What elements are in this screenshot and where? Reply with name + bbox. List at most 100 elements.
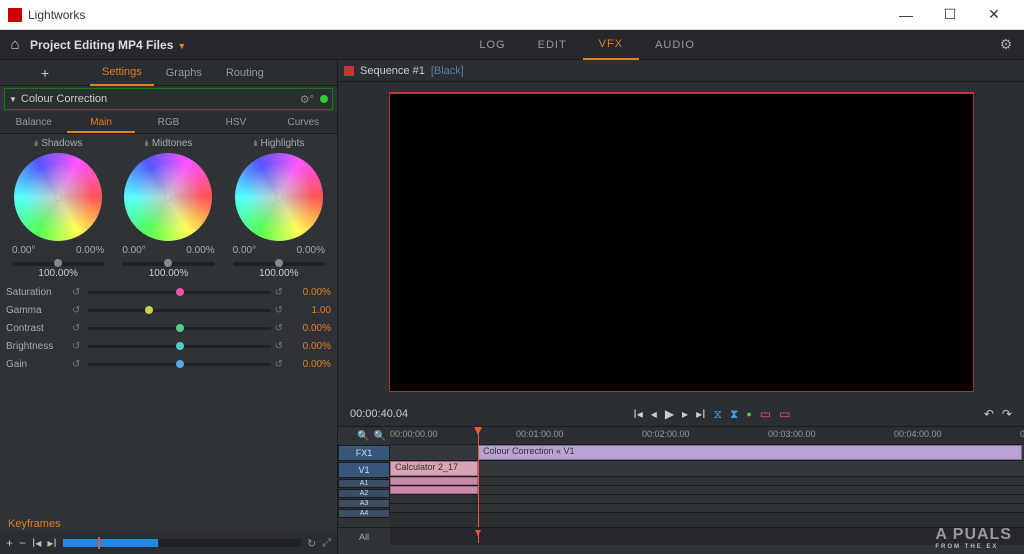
reset-icon[interactable]: ↺: [275, 287, 283, 298]
bars-icon[interactable]: ılı: [145, 139, 148, 148]
timeline-body[interactable]: 00:00:00.0000:01:00.0000:02:00.0000:03:0…: [390, 427, 1024, 527]
effect-settings-icon[interactable]: ⚙°: [300, 93, 314, 106]
a4-row[interactable]: [390, 504, 1024, 513]
mark-in-icon[interactable]: ⧖: [713, 407, 721, 422]
cc-tab-balance[interactable]: Balance: [0, 112, 67, 133]
adjust-slider[interactable]: [88, 309, 270, 312]
cc-tab-curves[interactable]: Curves: [270, 112, 337, 133]
effect-header-colour-correction[interactable]: ▼ Colour Correction ⚙°: [4, 88, 333, 110]
kf-next-icon[interactable]: ▸I: [47, 536, 56, 550]
cc-tab-main[interactable]: Main: [67, 112, 134, 133]
adjust-slider[interactable]: [88, 327, 270, 330]
fx-track-row[interactable]: Colour Correction « V1: [390, 445, 1024, 461]
color-wheel-highlights[interactable]: [235, 153, 323, 241]
close-button[interactable]: ✕: [972, 1, 1016, 29]
track-fx1[interactable]: FX1: [338, 445, 390, 461]
bars-icon[interactable]: ılı: [34, 139, 37, 148]
marker-icon[interactable]: ●: [746, 409, 751, 419]
cc-tab-rgb[interactable]: RGB: [135, 112, 202, 133]
zoom-out-icon[interactable]: 🔍: [357, 431, 369, 442]
track-a3[interactable]: A3: [338, 499, 390, 508]
adjust-value[interactable]: 0.00%: [287, 287, 331, 298]
tab-audio[interactable]: AUDIO: [639, 30, 711, 60]
adjust-value[interactable]: 0.00%: [287, 359, 331, 370]
reset-icon[interactable]: ↺: [72, 323, 80, 334]
wheel-slider[interactable]: [12, 262, 104, 266]
reset-icon[interactable]: ↺: [275, 359, 283, 370]
adjust-slider[interactable]: [88, 363, 270, 366]
play-icon[interactable]: ▶: [665, 407, 674, 421]
adjust-slider[interactable]: [88, 345, 270, 348]
redo-icon[interactable]: ↷: [1002, 407, 1012, 421]
reset-icon[interactable]: ↺: [72, 305, 80, 316]
timecode-display[interactable]: 00:00:40.04: [350, 408, 440, 420]
wheel-shadows: ılıShadows 0.00°0.00% 100.00%: [4, 138, 112, 279]
tab-settings[interactable]: Settings: [90, 60, 154, 86]
reset-icon[interactable]: ↺: [72, 359, 80, 370]
step-back-icon[interactable]: ◂: [651, 407, 657, 421]
video-canvas[interactable]: [389, 92, 974, 392]
kf-add-icon[interactable]: +: [6, 536, 13, 550]
minimize-button[interactable]: —: [884, 1, 928, 29]
clip-video[interactable]: Calculator 2_17: [390, 461, 478, 476]
lift-icon[interactable]: ▭: [779, 407, 790, 421]
a3-row[interactable]: [390, 495, 1024, 504]
reset-icon[interactable]: ↺: [72, 341, 80, 352]
track-a4[interactable]: A4: [338, 509, 390, 518]
adjust-value[interactable]: 1.00: [287, 305, 331, 316]
home-icon[interactable]: ⌂: [0, 36, 30, 53]
collapse-icon[interactable]: ▼: [9, 95, 17, 104]
kf-remove-icon[interactable]: −: [19, 536, 26, 550]
reset-icon[interactable]: ↺: [72, 287, 80, 298]
maximize-button[interactable]: ☐: [928, 1, 972, 29]
adjust-value[interactable]: 0.00%: [287, 323, 331, 334]
color-wheel-midtones[interactable]: [124, 153, 212, 241]
project-title[interactable]: Project Editing MP4 Files▼: [30, 38, 186, 52]
goto-end-icon[interactable]: ▸I: [696, 407, 705, 421]
mark-out-icon[interactable]: ⧗: [730, 407, 738, 422]
sequence-name[interactable]: Sequence #1: [360, 65, 425, 77]
reset-icon[interactable]: ↺: [275, 323, 283, 334]
playhead[interactable]: [478, 427, 479, 527]
step-fwd-icon[interactable]: ▸: [682, 407, 688, 421]
add-effect-button[interactable]: +: [0, 65, 90, 81]
reset-icon[interactable]: ↺: [275, 341, 283, 352]
delete-icon[interactable]: ▭: [760, 407, 771, 421]
timeline-overview[interactable]: [390, 528, 1024, 545]
tab-graphs[interactable]: Graphs: [154, 60, 214, 86]
record-indicator: [344, 66, 354, 76]
ruler-tick: 00:04:00.00: [894, 429, 942, 439]
undo-icon[interactable]: ↶: [984, 407, 994, 421]
kf-loop-icon[interactable]: ↻: [307, 537, 316, 550]
cc-tab-hsv[interactable]: HSV: [202, 112, 269, 133]
settings-gear-icon[interactable]: ⚙: [988, 36, 1024, 53]
v-track-row[interactable]: Calculator 2_17: [390, 461, 1024, 477]
kf-prev-icon[interactable]: I◂: [32, 536, 41, 550]
tab-log[interactable]: LOG: [463, 30, 521, 60]
track-v1[interactable]: V1: [338, 462, 390, 478]
bars-icon[interactable]: ılı: [253, 139, 256, 148]
wheel-pct: 0.00%: [186, 245, 214, 256]
clip-colour-correction[interactable]: Colour Correction « V1: [478, 445, 1022, 460]
tab-edit[interactable]: EDIT: [522, 30, 583, 60]
a2-row[interactable]: [390, 486, 1024, 495]
tab-routing[interactable]: Routing: [214, 60, 276, 86]
wheel-slider[interactable]: [233, 262, 325, 266]
effect-enabled-dot[interactable]: [320, 95, 328, 103]
track-all[interactable]: All: [338, 528, 390, 545]
track-a2[interactable]: A2: [338, 489, 390, 498]
adjust-slider[interactable]: [88, 291, 270, 294]
reset-icon[interactable]: ↺: [275, 305, 283, 316]
a1-row[interactable]: [390, 477, 1024, 486]
wheel-slider[interactable]: [122, 262, 214, 266]
kf-expand-icon[interactable]: ⤢: [322, 537, 331, 550]
color-wheel-shadows[interactable]: [14, 153, 102, 241]
time-ruler[interactable]: 00:00:00.0000:01:00.0000:02:00.0000:03:0…: [390, 427, 1024, 445]
track-a1[interactable]: A1: [338, 479, 390, 488]
keyframe-strip[interactable]: [63, 539, 301, 547]
goto-start-icon[interactable]: I◂: [633, 407, 642, 421]
adjust-value[interactable]: 0.00%: [287, 341, 331, 352]
zoom-in-icon[interactable]: 🔍: [374, 431, 386, 442]
tab-vfx[interactable]: VFX: [583, 30, 639, 60]
app-logo: [8, 8, 22, 22]
